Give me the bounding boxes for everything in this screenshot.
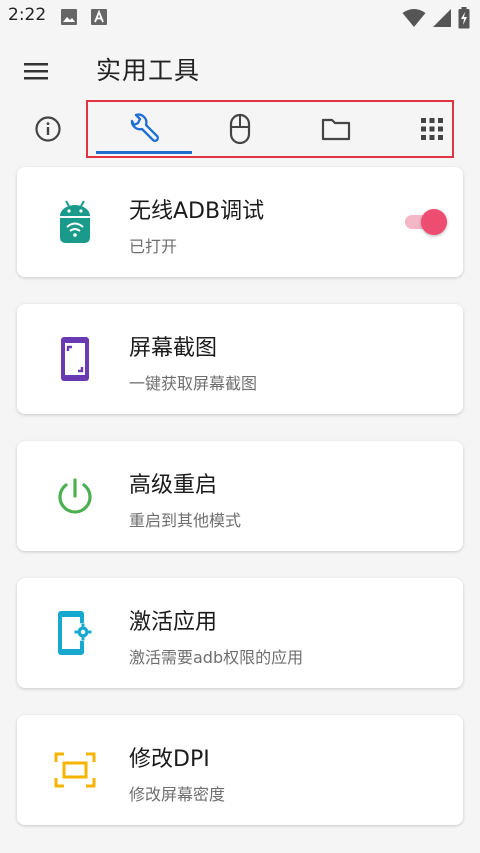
app-bar: 实用工具	[0, 34, 480, 106]
battery-charging-icon	[458, 7, 470, 29]
android-wifi-icon	[60, 200, 90, 243]
card-title: 屏幕截图	[129, 336, 218, 361]
card-title: 无线ADB调试	[129, 199, 265, 224]
mouse-icon	[229, 113, 251, 145]
menu-button[interactable]	[20, 54, 54, 88]
card-screenshot[interactable]: 屏幕截图 一键获取屏幕截图	[17, 304, 463, 414]
card-advanced-reboot[interactable]: 高级重启 重启到其他模式	[17, 441, 463, 551]
info-icon	[35, 116, 61, 142]
tab-tools[interactable]	[96, 100, 192, 158]
card-subtitle: 已打开	[129, 237, 178, 256]
menu-icon	[24, 63, 48, 80]
card-change-dpi[interactable]: 修改DPI 修改屏幕密度	[17, 715, 463, 825]
status-time: 2:22	[8, 5, 47, 25]
card-title: 修改DPI	[129, 747, 210, 772]
folder-icon	[321, 118, 351, 141]
card-wireless-adb[interactable]: 无线ADB调试 已打开	[17, 167, 463, 277]
page-title: 实用工具	[96, 56, 201, 85]
selected-tab-indicator	[96, 151, 192, 154]
a-letter-icon	[91, 9, 107, 25]
card-title: 高级重启	[129, 473, 218, 498]
card-subtitle: 一键获取屏幕截图	[129, 374, 258, 393]
wireless-adb-toggle[interactable]	[403, 209, 447, 235]
card-activate-apps[interactable]: 激活应用 激活需要adb权限的应用	[17, 578, 463, 688]
power-icon	[58, 478, 92, 514]
screen-resize-icon	[54, 752, 96, 788]
signal-icon	[433, 9, 451, 27]
image-icon	[61, 9, 77, 25]
screenshot-icon	[61, 337, 89, 381]
card-subtitle: 重启到其他模式	[129, 511, 242, 530]
tab-apps[interactable]	[384, 100, 480, 158]
card-subtitle: 修改屏幕密度	[129, 785, 226, 804]
tab-info[interactable]	[0, 100, 96, 158]
wifi-icon	[402, 9, 426, 27]
card-subtitle: 激活需要adb权限的应用	[129, 648, 304, 667]
tab-bar	[0, 100, 480, 158]
tab-files[interactable]	[288, 100, 384, 158]
tab-mouse[interactable]	[192, 100, 288, 158]
grid-icon	[421, 118, 443, 140]
status-bar: 2:22	[0, 0, 480, 34]
wrench-icon	[130, 113, 159, 142]
card-title: 激活应用	[129, 610, 218, 635]
phone-settings-icon	[58, 611, 92, 655]
